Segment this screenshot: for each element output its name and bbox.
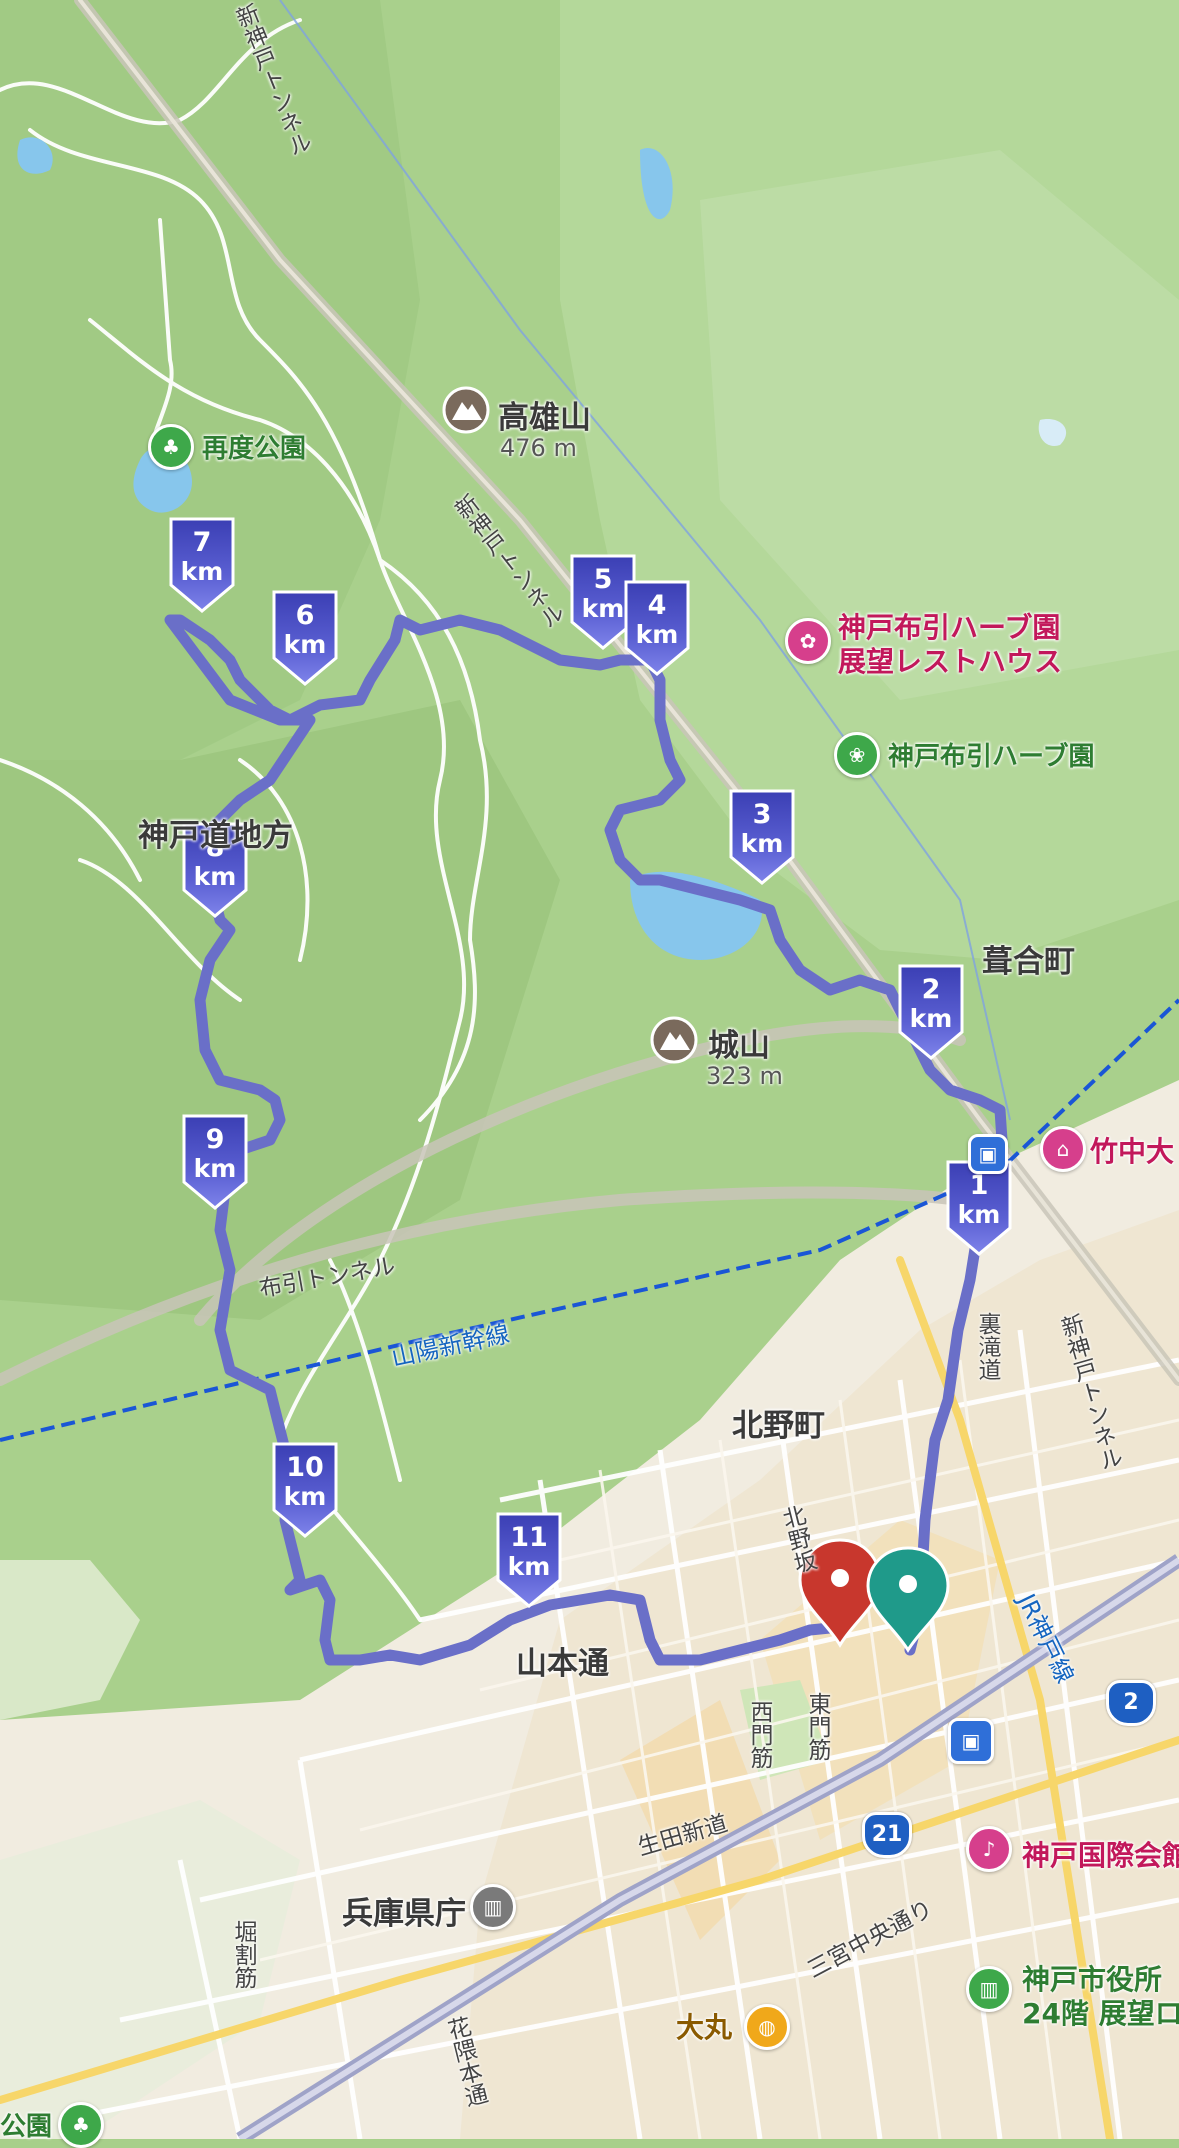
km-marker-unit: km — [180, 557, 224, 586]
mountain-icon — [650, 1016, 698, 1064]
train-station-icon[interactable]: ▣ — [968, 1134, 1008, 1174]
garden-icon[interactable]: ❀ — [834, 732, 880, 778]
km-marker-9[interactable]: 9 km — [178, 1112, 252, 1212]
kitano-town-label: 北野町 — [732, 1408, 825, 1444]
train-station-icon[interactable]: ▣ — [948, 1718, 994, 1764]
shopping-bag-icon[interactable]: ◍ — [744, 2004, 790, 2050]
city-hall-icon[interactable]: ▥ — [966, 1966, 1012, 2012]
horiwari-label: 堀割筋 — [230, 1920, 256, 1989]
route-shield-2: 2 — [1106, 1680, 1156, 1726]
km-marker-unit: km — [283, 1482, 327, 1511]
km-marker-unit: km — [957, 1200, 1001, 1229]
music-venue-icon[interactable]: ♪ — [966, 1826, 1012, 1872]
km-marker-4[interactable]: 4 km — [620, 578, 694, 678]
nishimon-label: 西門筋 — [746, 1700, 772, 1769]
km-marker-unit: km — [507, 1552, 551, 1581]
park-bottom-label: 公園 — [0, 2112, 53, 2142]
km-marker-number: 2 — [921, 974, 941, 1005]
route-shield-21: 21 — [862, 1812, 912, 1858]
km-marker-number: 9 — [205, 1124, 225, 1155]
hyogo-pref-office-label: 兵庫県庁 — [342, 1896, 466, 1932]
museum-icon[interactable]: ⌂ — [1040, 1126, 1086, 1172]
km-marker-number: 11 — [510, 1522, 548, 1553]
takenaka-museum-label: 竹中大 — [1090, 1135, 1175, 1168]
km-marker-11[interactable]: 11 km — [492, 1510, 566, 1610]
attraction-icon[interactable]: ✿ — [785, 618, 831, 664]
shiro-elevation-label: 323 m — [706, 1062, 783, 1090]
km-marker-unit: km — [740, 829, 784, 858]
park-icon[interactable]: ♣ — [58, 2102, 104, 2148]
yamamoto-street-label: 山本通 — [516, 1646, 609, 1682]
km-marker-3[interactable]: 3 km — [725, 787, 799, 887]
km-marker-10[interactable]: 10 km — [268, 1440, 342, 1540]
herb-garden-label: 神戸布引ハーブ園 — [888, 742, 1095, 772]
fukiai-town-label: 葺合町 — [982, 944, 1075, 980]
shiro-mountain-label: 城山 — [708, 1028, 770, 1064]
km-marker-unit: km — [193, 862, 237, 891]
kobe-kokusai-label: 神戸国際会館 — [1022, 1839, 1179, 1872]
km-marker-number: 7 — [192, 527, 212, 558]
km-marker-number: 4 — [647, 590, 667, 621]
km-marker-number: 1 — [969, 1170, 989, 1201]
higashimon-label: 東門筋 — [804, 1692, 830, 1761]
herb-garden-rest-house-label-2: 展望レストハウス — [838, 645, 1063, 678]
km-marker-2[interactable]: 2 km — [894, 962, 968, 1062]
kobe-michi-label: 神戸道地方 — [138, 818, 293, 854]
km-marker-unit: km — [909, 1004, 953, 1033]
km-marker-7[interactable]: 7 km — [165, 515, 239, 615]
saido-park-label: 再度公園 — [202, 434, 307, 464]
km-marker-unit: km — [193, 1154, 237, 1183]
daimaru-label: 大丸 — [676, 2011, 733, 2044]
urasando-label: 裏滝道 — [974, 1312, 1000, 1381]
government-building-icon[interactable]: ▥ — [470, 1884, 516, 1930]
kobe-city-hall-label-2: 24階 展望ロ — [1022, 1997, 1179, 2030]
mountain-icon — [442, 386, 490, 434]
km-marker-number: 3 — [752, 799, 772, 830]
takao-mountain-label: 高雄山 — [498, 400, 591, 436]
km-marker-number: 10 — [286, 1452, 324, 1483]
km-marker-unit: km — [635, 620, 679, 649]
km-marker-unit: km — [283, 630, 327, 659]
takao-elevation-label: 476 m — [500, 434, 577, 462]
map-canvas[interactable] — [0, 0, 1179, 2139]
km-marker-number: 6 — [295, 600, 315, 631]
park-icon[interactable]: ♣ — [148, 424, 194, 470]
km-marker-6[interactable]: 6 km — [268, 588, 342, 688]
